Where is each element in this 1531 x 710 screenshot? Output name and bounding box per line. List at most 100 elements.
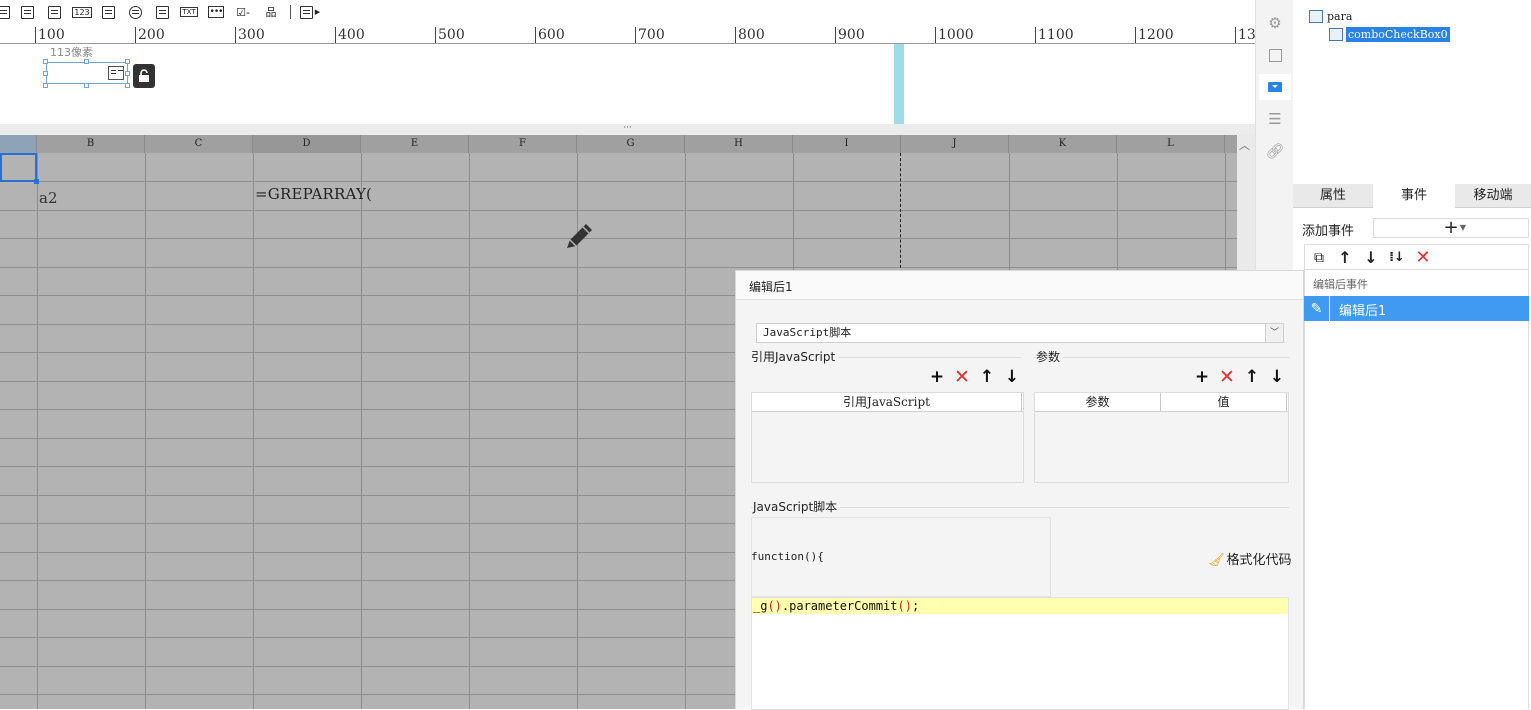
- tree-root-label[interactable]: para: [1327, 9, 1352, 24]
- move-up-icon[interactable]: ↑: [1243, 368, 1261, 386]
- fill-handle[interactable]: [34, 179, 39, 184]
- number-field-icon[interactable]: 123: [72, 3, 92, 21]
- parameter-canvas[interactable]: [0, 44, 1255, 124]
- ref-js-column[interactable]: 引用JavaScript: [752, 393, 1022, 411]
- ref-js-table[interactable]: 引用JavaScript: [751, 392, 1024, 483]
- resize-handle[interactable]: [125, 59, 130, 64]
- tab-properties[interactable]: 属性: [1293, 184, 1373, 208]
- code-editor[interactable]: _g().parameterCommit();: [751, 597, 1289, 710]
- value-column[interactable]: 值: [1161, 393, 1287, 411]
- chevron-down-icon[interactable]: ﹀: [1265, 324, 1283, 342]
- cell-b2[interactable]: a2: [39, 189, 58, 207]
- column-header-b[interactable]: B: [37, 135, 145, 153]
- event-list: [1304, 321, 1529, 709]
- tab-mobile[interactable]: 移动端: [1455, 184, 1531, 208]
- layer-icon[interactable]: ☰: [1259, 106, 1291, 132]
- ruler-label: 600: [535, 27, 565, 43]
- event-item-label: 编辑后1: [1339, 304, 1387, 319]
- code-token: (): [767, 599, 782, 613]
- event-item[interactable]: ✎ 编辑后1: [1304, 296, 1529, 321]
- column-header-e[interactable]: E: [361, 135, 469, 153]
- copy-icon[interactable]: ⧉: [1309, 248, 1329, 268]
- code-token: _g: [753, 599, 768, 613]
- column-header-d[interactable]: D: [253, 135, 361, 153]
- event-type-value: JavaScript脚本: [763, 326, 852, 339]
- add-ref-icon[interactable]: +: [928, 368, 946, 386]
- add-param-icon[interactable]: +: [1193, 368, 1211, 386]
- grid-line: [361, 153, 362, 709]
- vertical-scrollbar[interactable]: [1237, 135, 1255, 275]
- unlock-icon[interactable]: [133, 64, 155, 88]
- format-code-button[interactable]: 🧹︎ 格式化代码: [1208, 549, 1292, 568]
- column-header-i[interactable]: I: [793, 135, 901, 153]
- code-line[interactable]: _g().parameterCommit();: [752, 598, 1288, 614]
- delete-param-icon[interactable]: ✕: [1218, 368, 1236, 387]
- frame-icon[interactable]: ▶: [297, 3, 323, 21]
- grid-line: [0, 267, 1237, 268]
- frame-border-icon[interactable]: [1259, 42, 1291, 68]
- resize-handle[interactable]: [84, 59, 89, 64]
- column-header-l[interactable]: L: [1117, 135, 1225, 153]
- widget-settings-icon[interactable]: ⚙: [1259, 10, 1291, 36]
- password-icon[interactable]: •••: [207, 3, 225, 21]
- text-area-icon[interactable]: [99, 3, 117, 21]
- delete-icon[interactable]: ✕: [1413, 248, 1433, 268]
- widget-list-icon[interactable]: [1259, 74, 1291, 100]
- edit-icon: ✎: [1304, 296, 1330, 321]
- chevron-down-icon: ▼: [1459, 223, 1466, 232]
- tab-events[interactable]: 事件: [1373, 184, 1455, 208]
- code-token: .parameterCommit: [781, 599, 898, 613]
- event-type-select[interactable]: JavaScript脚本 ﹀: [756, 323, 1284, 343]
- form-icon[interactable]: [18, 3, 36, 21]
- ruler-label: 1000: [935, 27, 974, 43]
- param-column[interactable]: 参数: [1035, 393, 1161, 411]
- code-token: ;: [911, 599, 920, 613]
- checkbox-group-icon[interactable]: [153, 3, 171, 21]
- ruler-label: 13: [1235, 27, 1255, 43]
- resize-handle[interactable]: [43, 59, 48, 64]
- move-up-icon[interactable]: ↑: [978, 368, 996, 386]
- move-bottom-icon[interactable]: ⁞↓: [1387, 248, 1407, 268]
- column-header-k[interactable]: K: [1009, 135, 1117, 153]
- move-down-icon[interactable]: ↓: [1268, 368, 1286, 386]
- canvas-boundary: [894, 44, 904, 124]
- column-header-a[interactable]: [0, 135, 37, 153]
- resize-handle[interactable]: [43, 83, 48, 88]
- add-event-button[interactable]: + ▼: [1373, 218, 1529, 238]
- ruler-label: 300: [235, 27, 265, 43]
- grid-line: [0, 181, 1237, 182]
- column-header-g[interactable]: G: [577, 135, 685, 153]
- scroll-up-icon[interactable]: ︿: [1239, 137, 1250, 153]
- resize-handle[interactable]: [84, 83, 89, 88]
- tree-child-label[interactable]: comboCheckBox0: [1346, 27, 1450, 42]
- params-table[interactable]: 参数 值: [1034, 392, 1289, 483]
- radio-group-icon[interactable]: [126, 3, 144, 21]
- column-header-j[interactable]: J: [901, 135, 1009, 153]
- dropdown-icon[interactable]: [0, 3, 12, 21]
- property-tabs: 属性 事件 移动端: [1293, 184, 1531, 208]
- cell-d2[interactable]: =GREPARRAY(: [255, 185, 372, 203]
- move-up-icon[interactable]: ↑: [1335, 248, 1355, 268]
- link-icon[interactable]: 🔗︎: [1259, 138, 1291, 164]
- format-code-label: 格式化代码: [1226, 553, 1292, 568]
- pane-splitter[interactable]: ···: [0, 124, 1255, 135]
- calendar-icon[interactable]: [45, 3, 63, 21]
- move-down-icon[interactable]: ↓: [1361, 248, 1381, 268]
- column-header-c[interactable]: C: [145, 135, 253, 153]
- text-icon[interactable]: TXT: [180, 3, 198, 21]
- widget-toolbar: 123 TXT ••• ☑- 品 ▶: [0, 0, 1255, 26]
- resize-handle[interactable]: [125, 83, 130, 88]
- grid-line: [145, 153, 146, 709]
- delete-ref-icon[interactable]: ✕: [953, 368, 971, 387]
- checkbox-icon[interactable]: ☑-: [234, 3, 252, 21]
- column-header: B C D E F G H I J K L: [0, 135, 1237, 153]
- resize-handle[interactable]: [125, 71, 130, 76]
- tree-icon[interactable]: 品: [262, 3, 280, 21]
- move-down-icon[interactable]: ↓: [1003, 368, 1021, 386]
- horizontal-ruler: 100 200 300 400 500 600 700 800 900 1000…: [0, 26, 1255, 44]
- resize-handle[interactable]: [43, 71, 48, 76]
- selected-cell[interactable]: [0, 153, 37, 182]
- column-header-f[interactable]: F: [469, 135, 577, 153]
- ruler-label: 200: [135, 27, 165, 43]
- column-header-h[interactable]: H: [685, 135, 793, 153]
